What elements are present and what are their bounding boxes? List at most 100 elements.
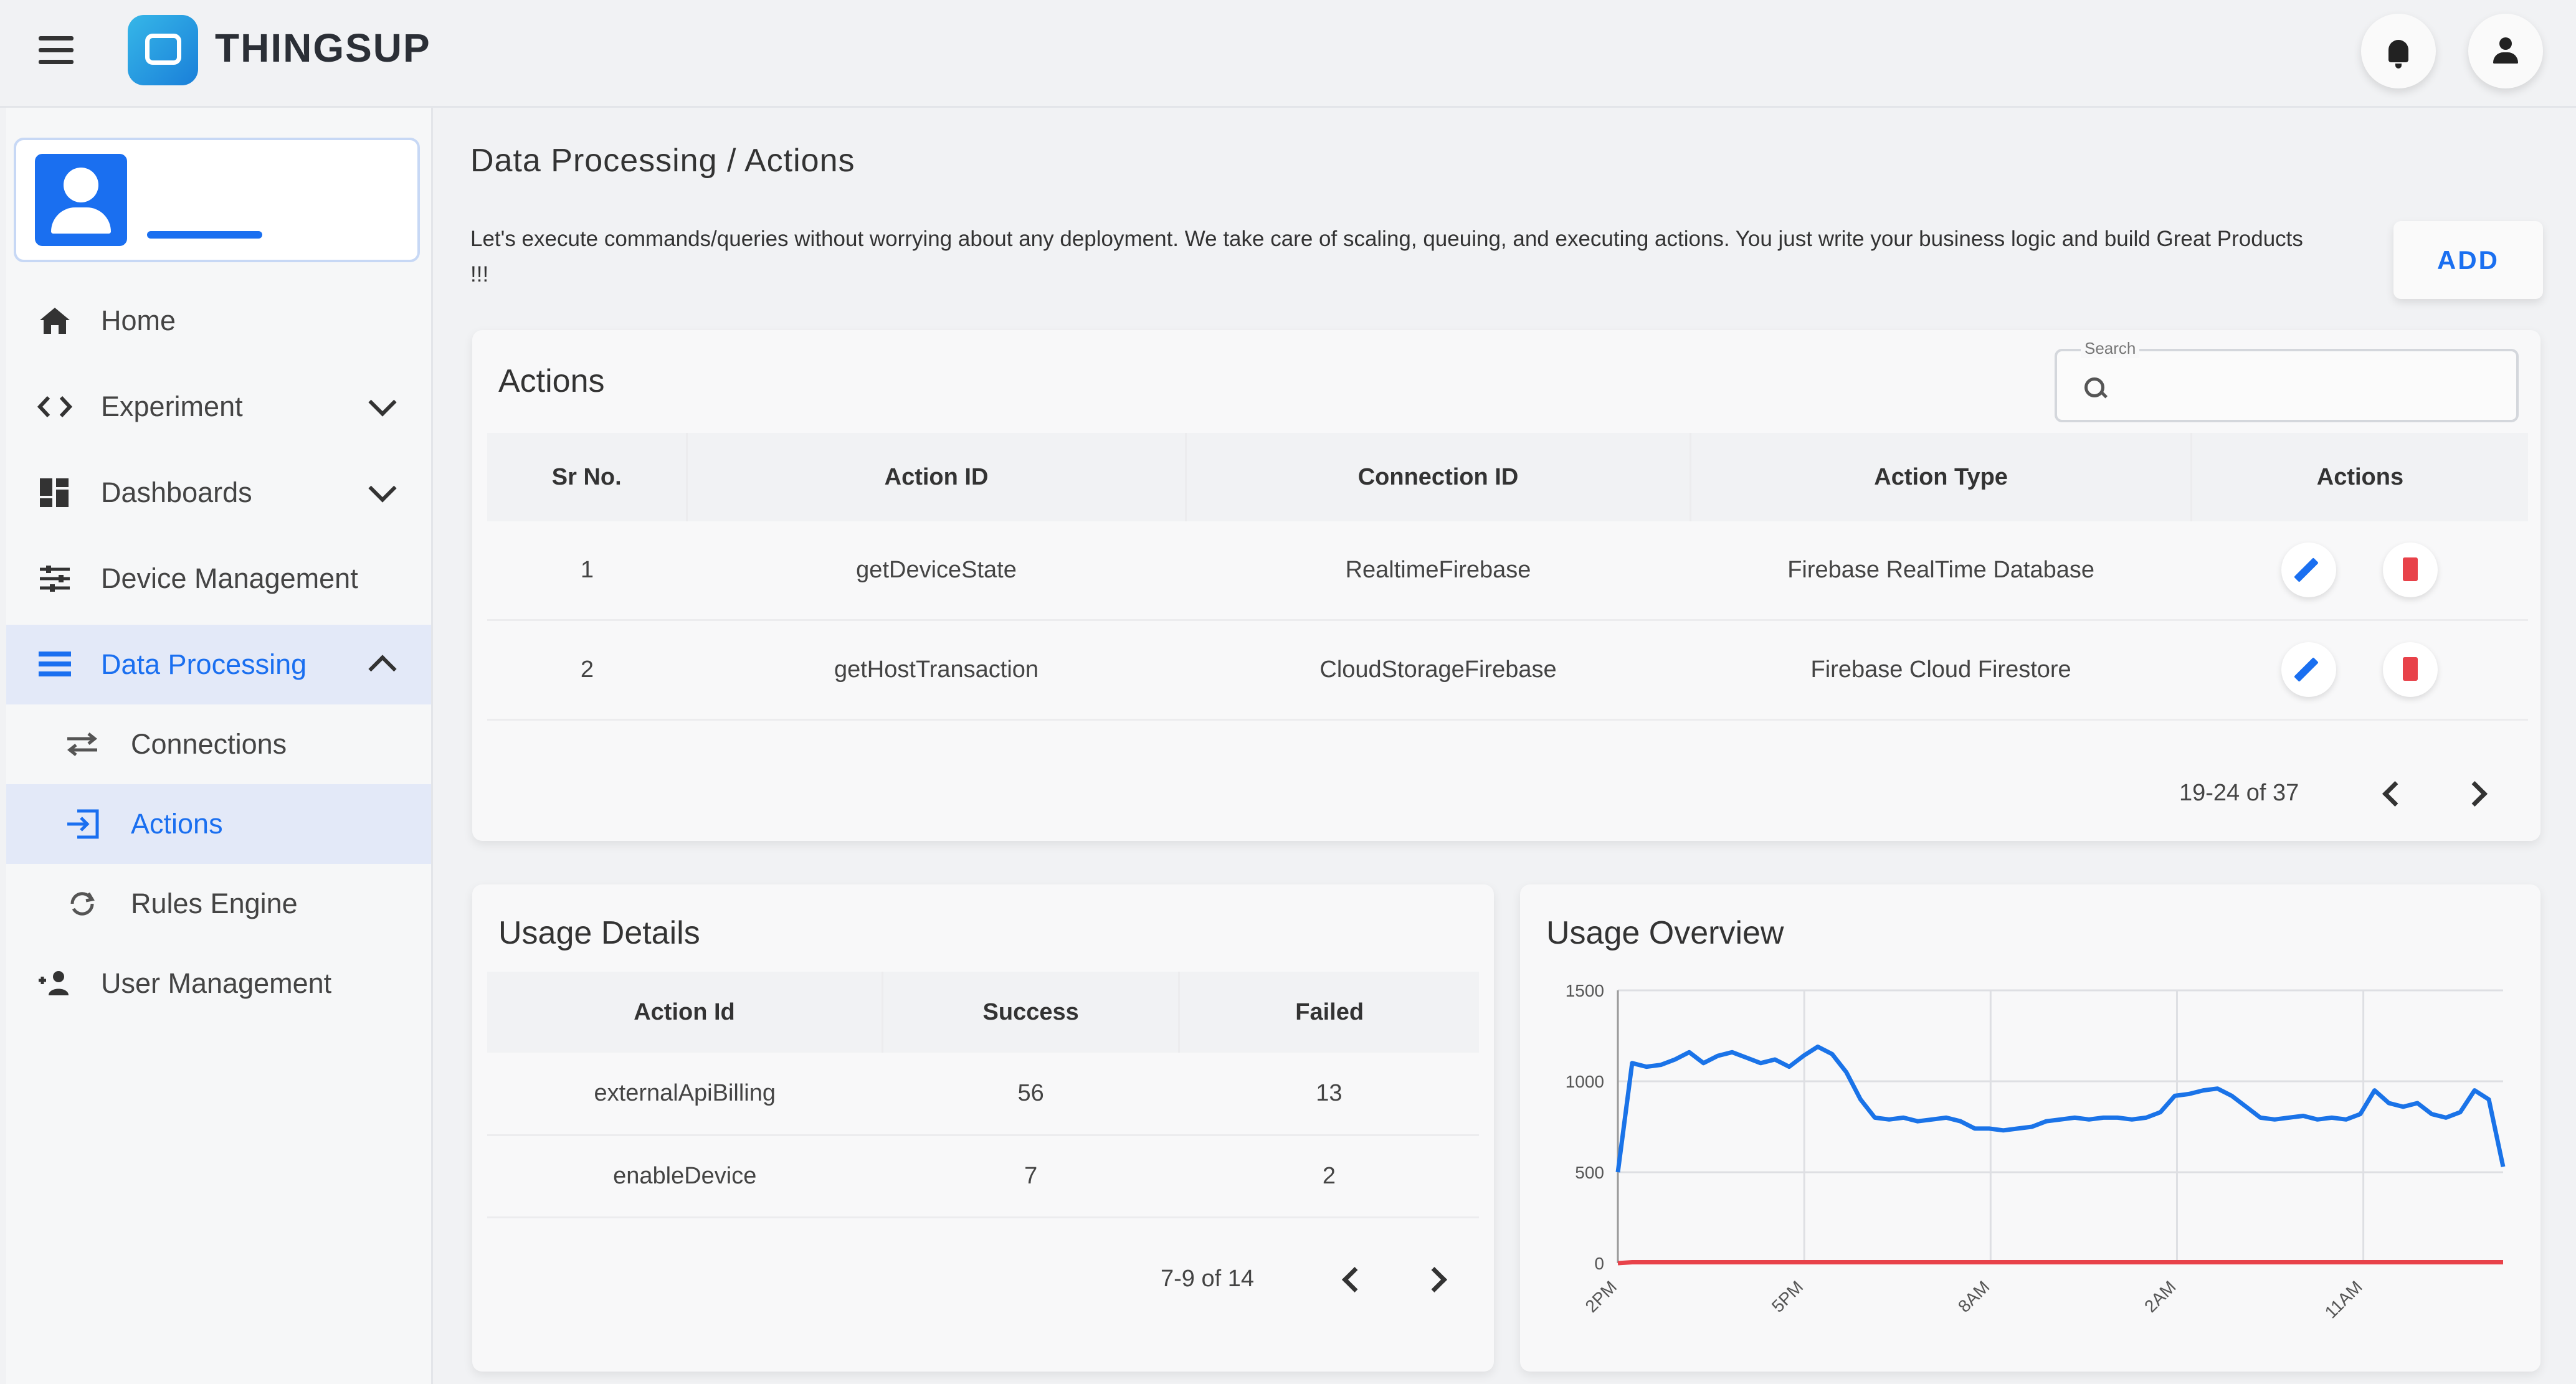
search-icon	[2084, 377, 2104, 397]
sidebar-item-connections[interactable]: Connections	[6, 704, 431, 784]
action-id-cell: externalApiBilling	[487, 1053, 883, 1136]
actions-card-title: Actions	[498, 363, 605, 399]
table-row: externalApiBilling 56 13	[487, 1053, 1479, 1136]
x-tick-label: 8AM	[1954, 1277, 1994, 1316]
row-actions-cell	[2191, 521, 2528, 621]
connection-id-cell: RealtimeFirebase	[1186, 521, 1691, 621]
code-icon	[37, 396, 73, 418]
sidebar-item-label: Data Processing	[101, 648, 307, 680]
bell-icon	[2388, 40, 2408, 69]
sidebar-item-experiment[interactable]: Experiment	[6, 367, 431, 447]
trash-icon	[2402, 657, 2418, 681]
column-header: Success	[882, 972, 1181, 1053]
action-type-cell: Firebase Cloud Firestore	[1690, 620, 2192, 721]
next-page-icon[interactable]	[2461, 780, 2488, 807]
sidebar-item-device-management[interactable]: Device Management	[6, 539, 431, 619]
add-button[interactable]: ADD	[2393, 221, 2543, 299]
menu-icon[interactable]	[39, 36, 74, 65]
chevron-down-icon	[368, 388, 397, 417]
profile-name-placeholder	[147, 231, 262, 239]
actions-card: Actions Search Sr No. Action ID Connecti…	[472, 330, 2540, 841]
usage-details-card: Usage Details Action Id Success Failed e…	[472, 884, 1494, 1372]
previous-page-icon[interactable]	[2382, 780, 2408, 807]
sidebar-item-rules-engine[interactable]: Rules Engine	[6, 864, 431, 944]
brand-name: THINGSUP	[215, 26, 431, 70]
column-header: Action Id	[487, 972, 883, 1053]
failed-cell: 2	[1179, 1135, 1479, 1218]
column-header: Action ID	[687, 433, 1187, 521]
row-actions-cell	[2191, 620, 2528, 721]
sidebar-item-label: Home	[101, 305, 176, 336]
trash-icon	[2402, 557, 2418, 582]
sync-icon	[70, 892, 95, 916]
sidebar-item-home[interactable]: Home	[6, 281, 431, 361]
chevron-up-icon	[368, 655, 397, 683]
page-description: Let's execute commands/queries without w…	[470, 227, 2303, 287]
x-tick-label: 5PM	[1768, 1277, 1807, 1316]
x-tick-label: 2PM	[1582, 1277, 1621, 1316]
success-cell: 56	[882, 1053, 1179, 1136]
edit-button[interactable]	[2281, 543, 2337, 598]
usage-overview-chart: 0 500 1000 1500 2PM 5PM 8AM 2AM 11AM	[1566, 981, 2506, 1322]
sidebar-item-user-management[interactable]: User Management	[6, 944, 431, 1023]
search-field[interactable]: Search	[2055, 339, 2519, 422]
column-header: Action Type	[1690, 433, 2192, 521]
sidebar-item-actions[interactable]: Actions	[6, 784, 431, 864]
pagination-range: 7-9 of 14	[1161, 1266, 1254, 1292]
next-page-icon[interactable]	[1421, 1266, 1448, 1293]
x-tick-label: 2AM	[2141, 1277, 2180, 1316]
action-type-cell: Firebase RealTime Database	[1690, 521, 2192, 621]
column-header: Actions	[2191, 433, 2528, 521]
usage-details-table: Action Id Success Failed externalApiBill…	[487, 972, 1479, 1218]
account-button[interactable]	[2468, 14, 2543, 88]
y-tick-label: 500	[1575, 1163, 1604, 1182]
home-icon	[40, 308, 70, 334]
failed-cell: 13	[1179, 1053, 1479, 1136]
previous-page-icon[interactable]	[1341, 1266, 1368, 1293]
y-tick-label: 1000	[1566, 1072, 1604, 1091]
series-line-1	[1617, 1260, 2503, 1266]
breadcrumb: Data Processing / Actions	[470, 143, 855, 179]
sidebar-item-label: Experiment	[101, 391, 243, 422]
sidebar-item-data-processing[interactable]: Data Processing	[6, 625, 431, 704]
table-row: 1 getDeviceState RealtimeFirebase Fireba…	[487, 521, 2528, 621]
logo-icon	[128, 15, 198, 85]
edit-button[interactable]	[2281, 642, 2337, 697]
y-tick-label: 1500	[1566, 981, 1604, 1000]
table-row: enableDevice 7 2	[487, 1135, 1479, 1218]
column-header: Failed	[1179, 972, 1479, 1053]
sr-no-cell: 1	[487, 521, 687, 621]
usage-overview-card: Usage Overview 0 500 1000 1500 2PM 5PM 8AM 2AM 1…	[1520, 884, 2540, 1372]
table-row: 2 getHostTransaction CloudStorageFirebas…	[487, 620, 2528, 721]
compare-arrows-icon	[67, 732, 98, 756]
delete-button[interactable]	[2382, 642, 2438, 697]
notifications-button[interactable]	[2361, 14, 2436, 88]
delete-button[interactable]	[2382, 543, 2438, 598]
sidebar-item-label: Dashboards	[101, 476, 252, 508]
usage-details-title: Usage Details	[498, 915, 700, 951]
pencil-icon	[2294, 657, 2319, 682]
sidebar-item-label: Connections	[131, 728, 287, 760]
sidebar-item-dashboards[interactable]: Dashboards	[6, 453, 431, 533]
login-icon	[67, 809, 99, 839]
action-id-cell: getDeviceState	[687, 521, 1186, 621]
actions-table: Sr No. Action ID Connection ID Action Ty…	[487, 433, 2528, 721]
action-id-cell: getHostTransaction	[687, 620, 1186, 721]
connection-id-cell: CloudStorageFirebase	[1186, 620, 1691, 721]
list-icon	[39, 652, 71, 676]
sidebar-item-label: Actions	[131, 808, 223, 840]
sidebar-item-label: User Management	[101, 967, 332, 999]
chevron-down-icon	[368, 474, 397, 503]
avatar-icon	[35, 154, 127, 246]
user-icon	[2493, 37, 2518, 65]
search-input[interactable]	[2119, 366, 2508, 407]
series-line-0	[1615, 1045, 2506, 1173]
y-tick-label: 0	[1594, 1254, 1604, 1273]
success-cell: 7	[882, 1135, 1179, 1218]
top-bar: THINGSUP	[0, 0, 2576, 108]
sidebar-item-label: Rules Engine	[131, 888, 298, 919]
pagination-range: 19-24 of 37	[2179, 780, 2299, 806]
profile-card[interactable]	[14, 138, 420, 262]
pencil-icon	[2294, 557, 2319, 583]
group-add-icon	[39, 971, 69, 995]
